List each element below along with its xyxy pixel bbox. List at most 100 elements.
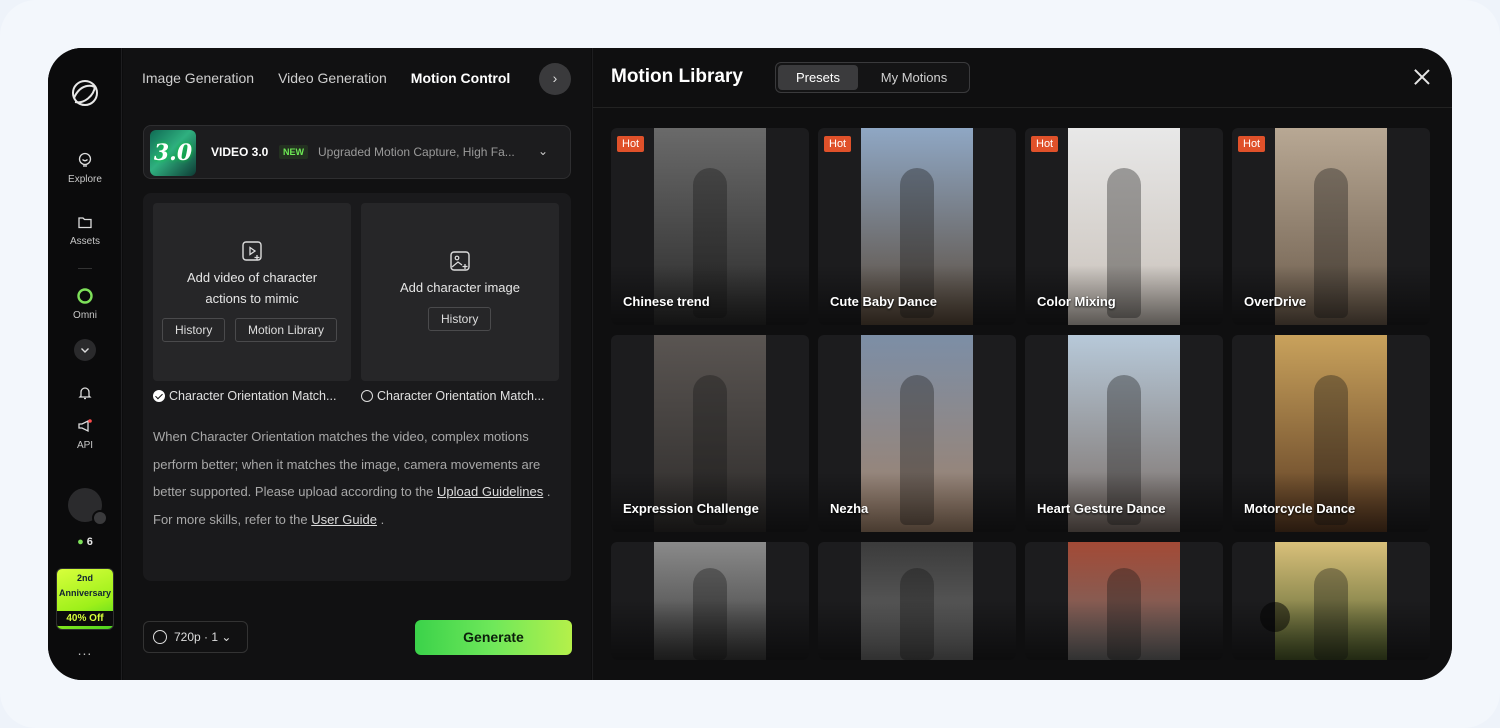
generate-button[interactable]: Generate (415, 620, 572, 655)
bell-icon[interactable] (77, 385, 93, 401)
tabs-next-button[interactable]: › (539, 63, 571, 95)
avatar[interactable] (68, 488, 108, 526)
motion-card[interactable] (1232, 542, 1430, 660)
motion-card[interactable]: Motorcycle Dance (1232, 335, 1430, 532)
motion-card[interactable]: Nezha (818, 335, 1016, 532)
new-badge: NEW (279, 145, 308, 159)
rail-divider (78, 268, 92, 269)
video-upload-icon (242, 241, 262, 261)
image-upload-icon (450, 251, 470, 271)
credit-count: 6 (86, 536, 93, 548)
motion-card-title: Color Mixing (1037, 294, 1116, 309)
anniversary-promo-banner[interactable]: 2nd Anniversary 40% Off (56, 568, 114, 630)
credit-balance[interactable]: ● 6 (48, 536, 122, 548)
tab-my-motions[interactable]: My Motions (862, 65, 966, 90)
app-logo[interactable] (68, 76, 102, 110)
motion-card-title: Heart Gesture Dance (1037, 501, 1166, 516)
megaphone-icon (78, 419, 92, 433)
video-history-button[interactable]: History (162, 318, 226, 342)
motion-card[interactable]: Heart Gesture Dance (1025, 335, 1223, 532)
motion-card-title: OverDrive (1244, 294, 1307, 309)
orientation-option-video[interactable]: Character Orientation Match... (153, 389, 336, 403)
image-history-button[interactable]: History (428, 307, 492, 331)
motion-library-panel: Motion Library Presets My Motions Hot Chi… (592, 48, 1452, 680)
headset-support-icon[interactable] (1260, 602, 1290, 632)
card-shade (818, 600, 1016, 660)
camera-icon (153, 630, 167, 644)
promo-line-2: Anniversary (58, 588, 112, 598)
rail-label-api: API (76, 440, 94, 451)
orientation-image-label: Character Orientation Match... (377, 389, 545, 403)
model-selector[interactable]: 3.0 VIDEO 3.0 NEW Upgraded Motion Captur… (143, 125, 571, 179)
motion-card-title: Cute Baby Dance (830, 294, 937, 309)
rail-label-assets: Assets (69, 236, 100, 247)
resolution-value: 720p · 1 ⌄ (174, 630, 232, 644)
promo-discount: 40% Off (57, 611, 113, 626)
help-text: When Character Orientation matches the v… (153, 423, 553, 533)
model-name: VIDEO 3.0 (211, 145, 269, 159)
rail-label-omni: Omni (73, 310, 97, 321)
tab-presets[interactable]: Presets (778, 65, 858, 90)
credit-icon: ● (77, 536, 84, 548)
help-text-part-3: . (376, 511, 385, 527)
card-shade (1025, 600, 1223, 660)
tab-video-generation[interactable]: Video Generation (278, 70, 387, 86)
motion-control-panel: Image Generation Video Generation Motion… (123, 48, 591, 680)
rail-label-explore: Explore (68, 174, 102, 185)
motion-card[interactable] (818, 542, 1016, 660)
motion-card-title: Expression Challenge (623, 501, 759, 516)
explore-icon (78, 152, 92, 167)
card-shade (611, 600, 809, 660)
video-upload-text-1: Add video of character (186, 270, 318, 285)
chevron-down-icon (81, 348, 89, 353)
promo-line-1: 2nd (76, 573, 93, 583)
motion-card-title: Motorcycle Dance (1244, 501, 1356, 516)
motion-library-button[interactable]: Motion Library (235, 318, 338, 342)
upload-guidelines-link[interactable]: Upload Guidelines (437, 484, 543, 499)
rail-item-omni[interactable]: Omni (48, 288, 122, 321)
hot-badge: Hot (1238, 136, 1266, 152)
hot-badge: Hot (824, 136, 852, 152)
video-upload-slot[interactable]: Add video of character actions to mimic … (153, 203, 351, 381)
video-upload-text-2: actions to mimic (205, 291, 299, 306)
resolution-selector[interactable]: 720p · 1 ⌄ (143, 621, 248, 653)
swap-account-icon[interactable] (92, 510, 108, 526)
orientation-video-label: Character Orientation Match... (169, 389, 337, 403)
hot-badge: Hot (617, 136, 645, 152)
rail-item-assets[interactable]: Assets (48, 214, 122, 247)
image-upload-slot[interactable]: Add character image History (361, 203, 559, 381)
library-title: Motion Library (611, 66, 743, 87)
motion-card[interactable]: Hot Color Mixing (1025, 128, 1223, 325)
radio-unchecked-icon[interactable] (361, 390, 373, 402)
folder-icon (78, 217, 92, 229)
tab-motion-control[interactable]: Motion Control (411, 70, 511, 86)
expand-rail-button[interactable] (74, 339, 96, 361)
app-window: Explore Assets Omni API ● 6 2nd Annivers… (48, 48, 1452, 680)
motion-card[interactable]: Hot OverDrive (1232, 128, 1430, 325)
hot-badge: Hot (1031, 136, 1059, 152)
model-description: Upgraded Motion Capture, High Fa... (318, 145, 515, 159)
radio-checked-icon[interactable] (153, 390, 165, 402)
rail-item-api[interactable]: API (48, 418, 122, 451)
tab-image-generation[interactable]: Image Generation (142, 70, 254, 86)
chevron-down-icon: ⌄ (538, 144, 549, 158)
library-header: Motion Library Presets My Motions (593, 48, 1452, 108)
user-guide-link[interactable]: User Guide (311, 512, 377, 527)
motion-card[interactable]: Expression Challenge (611, 335, 809, 532)
close-icon[interactable] (1411, 66, 1433, 88)
motion-card[interactable]: Hot Cute Baby Dance (818, 128, 1016, 325)
rail-item-explore[interactable]: Explore (48, 152, 122, 185)
motion-card-title: Chinese trend (623, 294, 710, 309)
motion-card[interactable] (611, 542, 809, 660)
more-menu-button[interactable]: ... (48, 642, 122, 658)
omni-icon (77, 288, 93, 304)
library-tab-switch: Presets My Motions (775, 62, 970, 93)
left-rail: Explore Assets Omni API ● 6 2nd Annivers… (48, 48, 122, 680)
upload-area: Add video of character actions to mimic … (143, 193, 571, 581)
orientation-option-image[interactable]: Character Orientation Match... (361, 389, 544, 403)
motion-card[interactable]: Hot Chinese trend (611, 128, 809, 325)
mode-tabs: Image Generation Video Generation Motion… (142, 64, 510, 92)
motion-card[interactable] (1025, 542, 1223, 660)
image-upload-text: Add character image (400, 280, 520, 295)
window-frame: Explore Assets Omni API ● 6 2nd Annivers… (0, 0, 1500, 728)
